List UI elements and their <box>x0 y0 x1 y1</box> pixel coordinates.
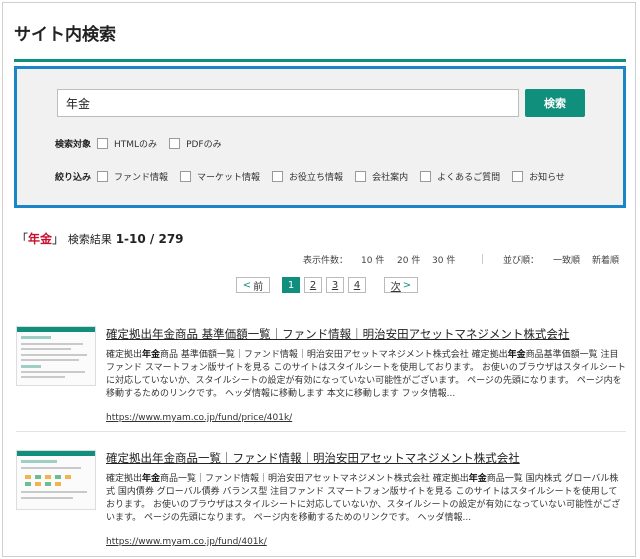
result-divider <box>16 431 626 432</box>
results-range: 1-10 / 279 <box>115 232 184 246</box>
result-item: 確定拠出年金商品 基準価額一覧｜ファンド情報｜明治安田アセットマネジメント株式会… <box>16 326 626 426</box>
chevron-left-icon: < <box>242 279 252 291</box>
pager-prev-button[interactable]: < 前 <box>236 277 270 293</box>
target-pdf-option[interactable]: PDFのみ <box>169 137 222 150</box>
result-title-link[interactable]: 確定拠出年金商品 基準価額一覧｜ファンド情報｜明治安田アセットマネジメント株式会… <box>106 326 569 342</box>
filter-faq-option[interactable]: よくあるご質問 <box>420 170 500 183</box>
search-button[interactable]: 検索 <box>525 89 585 117</box>
display-count-20[interactable]: 20 件 <box>397 253 420 266</box>
display-count-30[interactable]: 30 件 <box>432 253 455 266</box>
pager-page-1[interactable]: 1 <box>282 277 300 293</box>
checkbox[interactable] <box>512 171 524 182</box>
results-query: 年金 <box>28 232 53 246</box>
checkbox[interactable] <box>97 138 109 149</box>
pager-next-button[interactable]: 次 > <box>384 277 418 293</box>
search-target-row: 検索対象 HTMLのみ PDFのみ <box>55 137 234 150</box>
result-item: 確定拠出年金商品一覧｜ファンド情報｜明治安田アセットマネジメント株式会社 確定拠… <box>16 450 626 550</box>
title-rule <box>14 59 626 62</box>
result-thumbnail[interactable] <box>16 450 96 510</box>
pager-page-2[interactable]: 2 <box>304 277 322 293</box>
filter-label: 絞り込み <box>55 173 92 183</box>
display-divider <box>482 254 483 264</box>
checkbox[interactable] <box>272 171 284 182</box>
result-snippet: 確定拠出年金商品 基準価額一覧｜ファンド情報｜明治安田アセットマネジメント株式会… <box>106 350 626 399</box>
display-count-10[interactable]: 10 件 <box>361 253 384 266</box>
display-count-label: 表示件数： <box>303 256 349 266</box>
search-panel: 検索 検索対象 HTMLのみ PDFのみ 絞り込み ファンド情報 マーケット情報… <box>14 66 626 208</box>
chevron-right-icon: > <box>402 279 412 291</box>
checkbox[interactable] <box>355 171 367 182</box>
sort-label: 並び順： <box>503 256 540 266</box>
result-title-link[interactable]: 確定拠出年金商品一覧｜ファンド情報｜明治安田アセットマネジメント株式会社 <box>106 450 520 466</box>
pager-page-4[interactable]: 4 <box>348 277 366 293</box>
result-url-link[interactable]: https://www.myam.co.jp/fund/401k/ <box>106 537 267 547</box>
checkbox[interactable] <box>420 171 432 182</box>
filter-market-option[interactable]: マーケット情報 <box>180 170 260 183</box>
checkbox[interactable] <box>169 138 181 149</box>
filter-useful-option[interactable]: お役立ち情報 <box>272 170 343 183</box>
result-url-link[interactable]: https://www.myam.co.jp/fund/price/401k/ <box>106 413 292 423</box>
checkbox[interactable] <box>180 171 192 182</box>
results-summary: 「年金」 検索結果 1-10 / 279 <box>16 232 184 246</box>
filter-row: 絞り込み ファンド情報 マーケット情報 お役立ち情報 会社案内 よくあるご質問 … <box>55 170 577 183</box>
page-title: サイト内検索 <box>14 25 116 45</box>
filter-fund-option[interactable]: ファンド情報 <box>97 170 168 183</box>
filter-news-option[interactable]: お知らせ <box>512 170 565 183</box>
pager-page-3[interactable]: 3 <box>326 277 344 293</box>
search-target-label: 検索対象 <box>55 140 92 150</box>
result-snippet: 確定拠出年金商品一覧｜ファンド情報｜明治安田アセットマネジメント株式会社 確定拠… <box>106 474 621 523</box>
sort-newest[interactable]: 新着順 <box>592 253 619 266</box>
target-html-option[interactable]: HTMLのみ <box>97 137 157 150</box>
filter-company-option[interactable]: 会社案内 <box>355 170 408 183</box>
sort-relevance[interactable]: 一致順 <box>553 253 580 266</box>
result-thumbnail[interactable] <box>16 326 96 386</box>
checkbox[interactable] <box>97 171 109 182</box>
search-input[interactable] <box>57 89 519 117</box>
pagination: < 前 1 2 3 4 次 > <box>236 277 418 293</box>
results-label: 検索結果 <box>67 233 112 246</box>
